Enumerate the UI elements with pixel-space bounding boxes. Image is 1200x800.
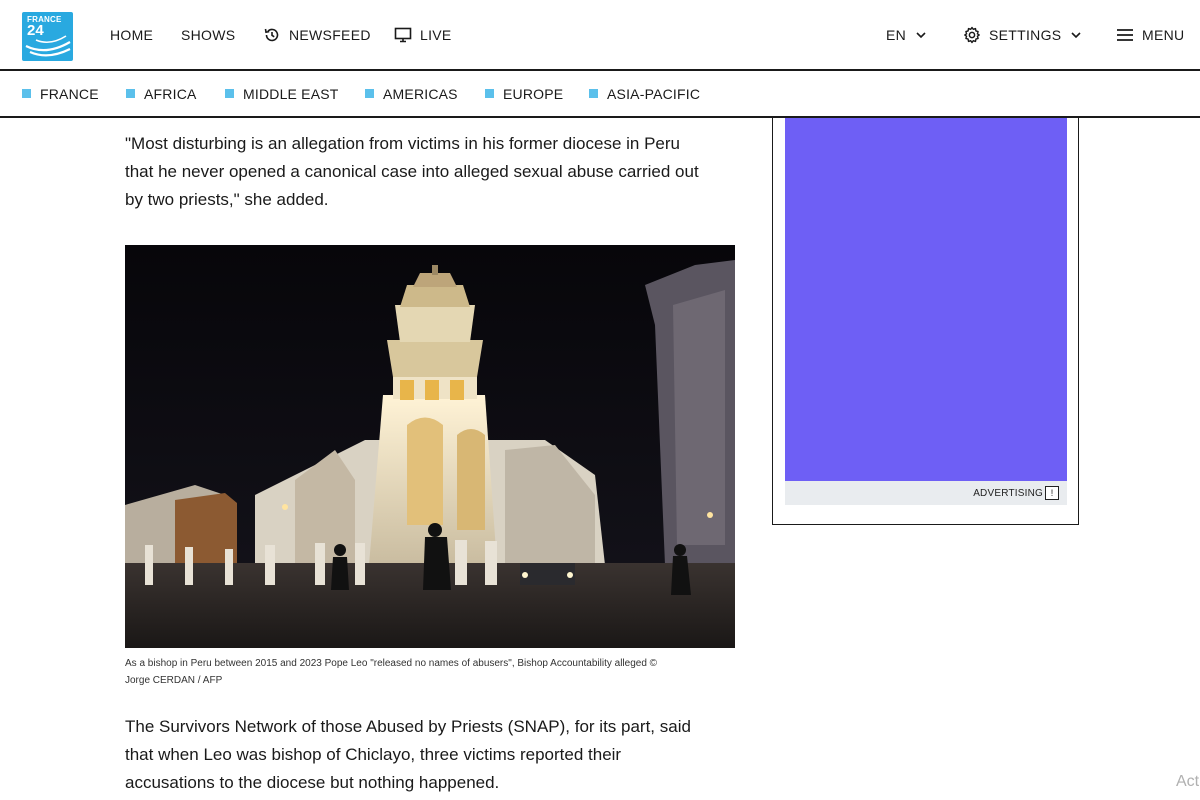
menu-button[interactable]: MENU [1116, 0, 1184, 70]
section-marker [225, 89, 234, 98]
language-selector[interactable]: EN [886, 0, 926, 70]
section-marker [22, 89, 31, 98]
caption-credit: Jorge CERDAN / AFP [125, 675, 223, 686]
ad-footer: ADVERTISING ! [785, 481, 1067, 505]
ad-creative[interactable] [785, 118, 1067, 481]
site-header: FRANCE 24 HOME SHOWS NEWSFEED LIVE EN SE… [0, 0, 1200, 71]
article-paragraph-quote: "Most disturbing is an allegation from v… [125, 130, 740, 214]
advertisement-box: ADVERTISING ! [772, 118, 1079, 525]
paragraph-line: that he never opened a canonical case in… [125, 162, 699, 181]
section-label: ASIA-PACIFIC [607, 85, 701, 102]
photo-caption: As a bishop in Peru between 2015 and 202… [125, 655, 740, 689]
article-paragraph-snap: The Survivors Network of those Abused by… [125, 713, 740, 797]
section-label: AFRICA [144, 85, 197, 102]
activate-windows-watermark: Act [1176, 773, 1200, 790]
tv-icon [394, 26, 412, 44]
logo-text-bottom: 24 [27, 22, 44, 39]
section-marker [589, 89, 598, 98]
section-item-africa[interactable]: AFRICA [126, 71, 197, 116]
section-marker [365, 89, 374, 98]
hamburger-icon [1116, 28, 1134, 42]
section-label: FRANCE [40, 85, 99, 102]
nav-live-label: LIVE [420, 27, 452, 43]
paragraph-line: accusations to the diocese but nothing h… [125, 773, 500, 792]
history-icon [263, 26, 281, 44]
settings-label: SETTINGS [989, 27, 1062, 43]
paragraph-line: "Most disturbing is an allegation from v… [125, 134, 680, 153]
chevron-down-icon [1071, 31, 1081, 39]
paragraph-line: that when Leo was bishop of Chiclayo, th… [125, 745, 622, 764]
section-bar: FRANCE AFRICA MIDDLE EAST AMERICAS EUROP… [0, 71, 1200, 118]
paragraph-line: by two priests," she added. [125, 190, 329, 209]
ad-info-icon[interactable]: ! [1045, 486, 1059, 500]
caption-line: As a bishop in Peru between 2015 and 202… [125, 658, 658, 669]
nav-shows-label: SHOWS [181, 27, 236, 43]
menu-label: MENU [1142, 27, 1185, 43]
section-item-asia-pacific[interactable]: ASIA-PACIFIC [589, 71, 700, 116]
section-item-americas[interactable]: AMERICAS [365, 71, 458, 116]
nav-newsfeed[interactable]: NEWSFEED [263, 0, 371, 70]
section-marker [485, 89, 494, 98]
section-item-middle-east[interactable]: MIDDLE EAST [225, 71, 339, 116]
chevron-down-icon [916, 31, 926, 39]
language-label: EN [886, 27, 907, 43]
gear-icon [963, 26, 981, 44]
section-label: MIDDLE EAST [243, 85, 339, 102]
settings-button[interactable]: SETTINGS [963, 0, 1081, 70]
section-item-europe[interactable]: EUROPE [485, 71, 563, 116]
section-label: EUROPE [503, 85, 564, 102]
nav-home[interactable]: HOME [110, 0, 153, 70]
ad-label: ADVERTISING [973, 488, 1043, 499]
article-photo-cathedral [125, 245, 735, 648]
nav-newsfeed-label: NEWSFEED [289, 27, 371, 43]
section-marker [126, 89, 135, 98]
section-item-france[interactable]: FRANCE [22, 71, 99, 116]
nav-home-label: HOME [110, 27, 154, 43]
france24-logo[interactable]: FRANCE 24 [22, 12, 73, 61]
nav-shows[interactable]: SHOWS [181, 0, 235, 70]
section-label: AMERICAS [383, 85, 458, 102]
paragraph-line: The Survivors Network of those Abused by… [125, 717, 691, 736]
nav-live[interactable]: LIVE [394, 0, 452, 70]
